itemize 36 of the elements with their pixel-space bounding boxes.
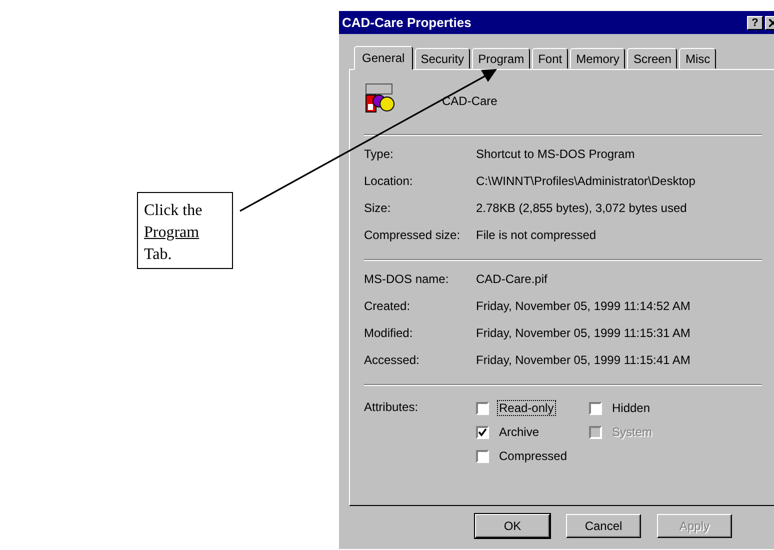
dialog-button[interactable]: Cancel <box>566 514 641 538</box>
field-value: 2.78KB (2,855 bytes), 3,072 bytes used <box>476 201 687 215</box>
help-button[interactable]: ? <box>747 16 763 30</box>
field-label: Created: <box>364 299 412 313</box>
tab[interactable]: Screen <box>627 48 678 69</box>
checkbox-label: Read-only <box>497 400 556 416</box>
field-label: Attributes: <box>364 400 420 416</box>
field-label: Location: <box>364 174 414 188</box>
window-title: CAD-Care Properties <box>342 15 472 30</box>
field-value: Friday, November 05, 1999 11:15:31 AM <box>476 326 690 340</box>
tab[interactable]: Program <box>472 48 530 69</box>
tab[interactable]: Security <box>414 48 470 69</box>
field-label: Compressed size: <box>364 228 462 242</box>
tab[interactable]: Misc <box>679 48 716 69</box>
checkbox-label: Compressed <box>498 448 568 464</box>
dialog-button[interactable]: OK <box>475 514 550 538</box>
callout-text: Click the Program Tab. <box>144 202 202 263</box>
field-label: Accessed: <box>364 353 420 367</box>
field-value: Friday, November 05, 1999 11:14:52 AM <box>476 299 690 313</box>
field-value: CAD-Care.pif <box>476 272 548 286</box>
field-value: C:\WINNT\Profiles\Administrator\Desktop <box>476 174 696 188</box>
file-name: CAD-Care <box>442 94 498 108</box>
field-value: Shortcut to MS-DOS Program <box>476 147 635 161</box>
field-label: MS-DOS name: <box>364 272 450 286</box>
checkbox-label: System <box>611 424 654 440</box>
tab[interactable]: General <box>354 46 413 70</box>
field-value: File is not compressed <box>476 228 596 242</box>
field-label: Type: <box>364 147 394 161</box>
field-label: Modified: <box>364 326 414 340</box>
tab[interactable]: Font <box>532 48 568 69</box>
checkbox-label: Hidden <box>611 400 652 416</box>
tab[interactable]: Memory <box>570 48 626 69</box>
checkbox-label: Archive <box>498 424 540 440</box>
program-link[interactable]: Program <box>144 224 200 241</box>
field-value: Friday, November 05, 1999 11:15:41 AM <box>476 353 690 367</box>
field-label: Size: <box>364 201 392 215</box>
